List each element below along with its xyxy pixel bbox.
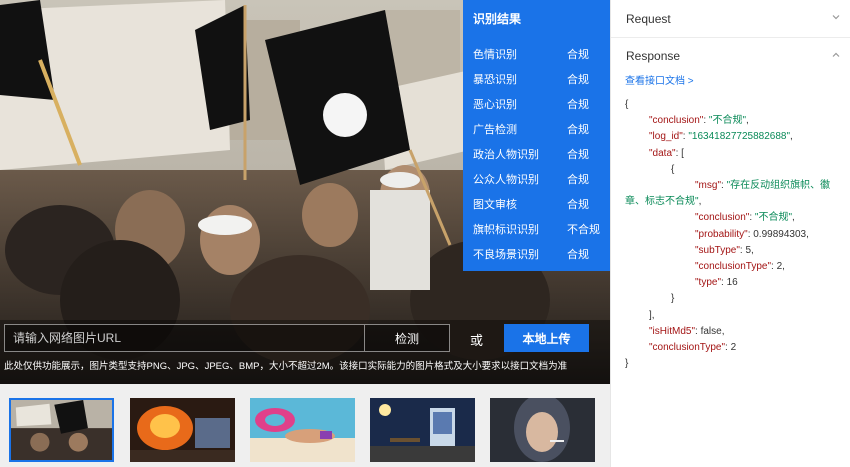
result-name: 旗帜标识识别 xyxy=(473,223,539,236)
json-line: { xyxy=(625,99,629,110)
json-line: } xyxy=(625,358,629,370)
result-value: 合规 xyxy=(567,48,589,61)
thumbnail-strip xyxy=(0,384,610,467)
json-line: ], xyxy=(649,309,655,321)
json-line: "isHitMd5": false, xyxy=(649,325,725,337)
api-panel: Request Response 查看接口文档 > { "conclusion"… xyxy=(610,0,850,467)
result-row-image-text: 图文审核 合规 xyxy=(473,191,601,216)
json-line: { xyxy=(671,163,675,175)
response-header[interactable]: Response xyxy=(611,38,850,74)
detect-button[interactable]: 检测 xyxy=(364,324,450,352)
result-row-porn: 色情识别 合规 xyxy=(473,41,601,66)
url-bar: 检测 或 本地上传 xyxy=(4,324,606,354)
url-input-wrapper xyxy=(4,324,364,352)
request-label: Request xyxy=(626,11,671,26)
notice-text: 此处仅供功能展示，图片类型支持PNG、JPG、JPEG、BMP，大小不超过2M。… xyxy=(4,361,568,372)
response-label: Response xyxy=(626,49,681,63)
result-name: 广告检测 xyxy=(473,123,517,136)
result-value: 不合规 xyxy=(567,223,600,236)
json-line: "data": [ xyxy=(649,147,684,159)
result-row-bad-scene: 不良场景识别 合规 xyxy=(473,241,601,266)
image-preview: 识别结果 色情识别 合规 暴恐识别 合规 恶心识别 合规 广告检测 合规 政治人… xyxy=(0,0,610,384)
result-value: 合规 xyxy=(567,123,589,136)
api-doc-link[interactable]: 查看接口文档 > xyxy=(611,72,850,87)
result-name: 色情识别 xyxy=(473,48,517,61)
json-line: "conclusionType": 2, xyxy=(695,261,785,273)
json-line: "probability": 0.99894303, xyxy=(695,228,809,240)
result-row-public-figure: 公众人物识别 合规 xyxy=(473,166,601,191)
thumbnail-2[interactable] xyxy=(130,398,235,462)
result-name: 不良场景识别 xyxy=(473,248,539,261)
result-row-terror: 暴恐识别 合规 xyxy=(473,66,601,91)
result-row-politician: 政治人物识别 合规 xyxy=(473,141,601,166)
chevron-down-icon xyxy=(832,15,840,20)
json-line: } xyxy=(671,293,675,305)
json-response: { "conclusion": "不合规", "log_id": "163418… xyxy=(611,97,850,372)
result-row-disgust: 恶心识别 合规 xyxy=(473,91,601,116)
json-line: "log_id": "16341827725882688", xyxy=(649,131,793,143)
thumbnail-3[interactable] xyxy=(250,398,355,462)
json-line: "type": 16 xyxy=(695,277,738,289)
request-header[interactable]: Request xyxy=(611,0,850,38)
result-value: 合规 xyxy=(567,248,589,261)
thumbnail-4[interactable] xyxy=(370,398,475,462)
result-row-flag: 旗帜标识识别 不合规 xyxy=(473,216,601,241)
result-name: 恶心识别 xyxy=(473,98,517,111)
json-line: "msg": "存在反动组织旗帜、徽章、标志不合规", xyxy=(625,180,831,208)
result-name: 图文审核 xyxy=(473,198,517,211)
result-value: 合规 xyxy=(567,148,589,161)
result-name: 公众人物识别 xyxy=(473,173,539,186)
json-line: "subType": 5, xyxy=(695,244,754,256)
result-value: 合规 xyxy=(567,73,589,86)
result-title: 识别结果 xyxy=(473,12,522,26)
thumbnail-1[interactable] xyxy=(9,398,114,462)
result-row-ad: 广告检测 合规 xyxy=(473,116,601,141)
result-name: 政治人物识别 xyxy=(473,148,539,161)
chevron-up-icon xyxy=(832,52,840,57)
result-value: 合规 xyxy=(567,98,589,111)
result-value: 合规 xyxy=(567,198,589,211)
json-line: "conclusion": "不合规", xyxy=(695,212,795,224)
thumbnail-5[interactable] xyxy=(490,398,595,462)
url-input[interactable] xyxy=(5,325,364,351)
result-value: 合规 xyxy=(567,173,589,186)
recognition-result-panel: 识别结果 色情识别 合规 暴恐识别 合规 恶心识别 合规 广告检测 合规 政治人… xyxy=(463,0,610,271)
result-name: 暴恐识别 xyxy=(473,73,517,86)
local-upload-button[interactable]: 本地上传 xyxy=(504,324,589,352)
or-label: 或 xyxy=(470,333,484,348)
json-line: "conclusionType": 2 xyxy=(649,342,737,354)
json-line: "conclusion": "不合规", xyxy=(649,115,749,127)
